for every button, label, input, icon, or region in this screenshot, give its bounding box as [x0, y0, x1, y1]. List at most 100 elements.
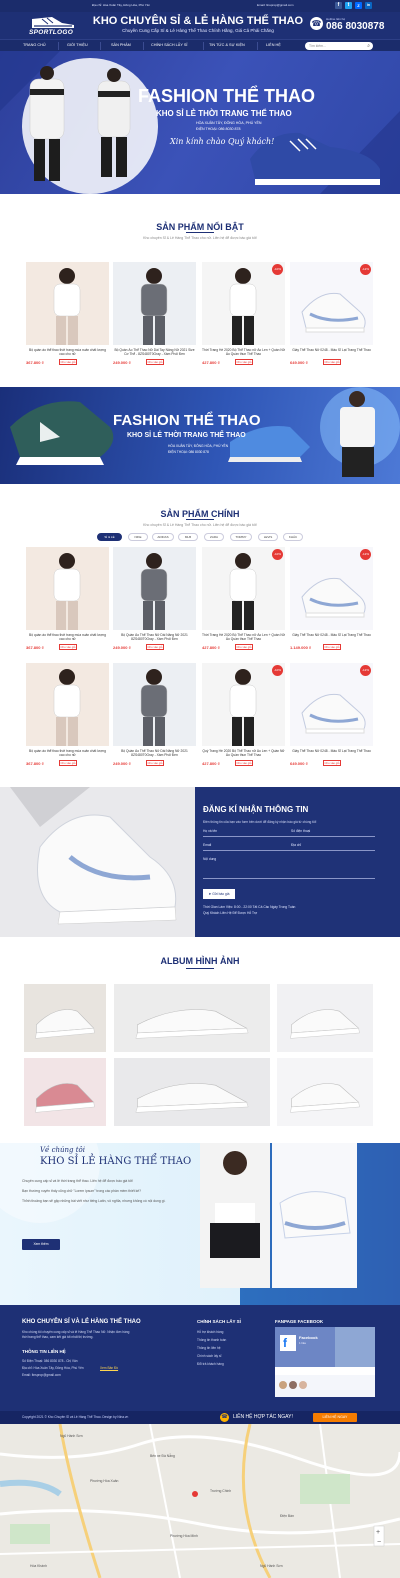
add-to-cart-button[interactable]: Cho vào giỏ: [235, 760, 253, 766]
product-image[interactable]: -12%: [290, 262, 373, 345]
nav-about[interactable]: GIỚI THIỆU: [67, 43, 88, 47]
product-card[interactable]: -10% Thời Trang Hè 2020 Bộ Thể Thao nữ Áo…: [202, 262, 285, 366]
product-name[interactable]: Quý Trang Hè 2020 Bộ Thể Thao nữ Áo Len …: [202, 749, 285, 758]
product-name[interactable]: Giày Thể Thao Nữ 0248 - Màu Sĩ Lạt Trang…: [290, 348, 373, 357]
add-to-cart-button[interactable]: Cho vào giỏ: [323, 760, 341, 766]
product-image[interactable]: [26, 547, 109, 630]
product-card[interactable]: Bộ Quần Áo Thể Thao Nữ Dài Nâng Nữ 2021 …: [113, 663, 196, 767]
category-tab[interactable]: ZARA: [204, 533, 224, 541]
read-more-button[interactable]: Xem thêm: [22, 1239, 60, 1250]
footer-email[interactable]: Email: ltnsprop@gmail.com: [22, 1373, 61, 1377]
nav-home[interactable]: TRANG CHỦ: [23, 43, 46, 47]
product-card[interactable]: Bộ Quần Áo Thể Thao Nữ Dài Tay Nâng Nữ 2…: [113, 262, 196, 366]
add-to-cart-button[interactable]: Cho vào giỏ: [235, 359, 253, 365]
product-name[interactable]: Giày Thể Thao Nữ 0248 - Màu Sĩ Lạt Trang…: [290, 749, 373, 758]
footer-policy-link[interactable]: Hỗ trợ khách hàng: [197, 1330, 223, 1334]
footer-map-link[interactable]: Xem Bản Đồ: [100, 1366, 118, 1370]
product-name[interactable]: Bộ quần áo thể thao thời trang mùa xuân …: [26, 633, 109, 642]
facebook-widget[interactable]: f Facebook 1 like: [275, 1327, 375, 1397]
add-to-cart-button[interactable]: Cho vào giỏ: [323, 359, 341, 365]
address-field[interactable]: Địa chỉ: [289, 843, 375, 851]
zalo-icon[interactable]: Z: [355, 2, 362, 9]
email-field[interactable]: Email: [203, 843, 289, 851]
product-card[interactable]: -10% Quý Trang Hè 2020 Bộ Thể Thao nữ Áo …: [202, 663, 285, 767]
category-tab[interactable]: SỈ & LẺ: [97, 533, 122, 541]
site-logo[interactable]: SPORTLOGO: [22, 13, 84, 38]
product-name[interactable]: Giày Thể Thao Nữ 0248 - Màu Sĩ Lạt Trang…: [290, 633, 373, 642]
category-tab[interactable]: KHÁC: [283, 533, 303, 541]
category-tab[interactable]: LEVIS: [258, 533, 278, 541]
product-name[interactable]: Bộ Quần Áo Thể Thao Nữ Dài Nâng Nữ 2021 …: [113, 633, 196, 642]
content-field[interactable]: Nội dung: [203, 857, 375, 879]
product-card[interactable]: -12% Giày Thể Thao Nữ 0248 - Màu Sĩ Lạt T…: [290, 262, 373, 366]
product-image[interactable]: -12%: [290, 547, 373, 630]
product-card[interactable]: Bộ quần áo thể thao thời trang mùa xuân …: [26, 547, 109, 651]
contact-now-button[interactable]: LIÊN HỆ NGAY: [313, 1413, 357, 1422]
product-image[interactable]: [113, 262, 196, 345]
nav-products[interactable]: SẢN PHẨM: [111, 43, 131, 47]
name-field[interactable]: Họ và tên: [203, 829, 289, 837]
search-input[interactable]: Tìm kiếm... ⌕: [305, 42, 373, 50]
product-name[interactable]: Bộ Quần Áo Thể Thao Nữ Dài Nâng Nữ 2021 …: [113, 749, 196, 758]
product-card[interactable]: -12% Giày Thể Thao Nữ 0248 - Màu Sĩ Lạt T…: [290, 547, 373, 651]
album-photo[interactable]: [277, 984, 373, 1052]
product-image[interactable]: [26, 262, 109, 345]
add-to-cart-button[interactable]: Cho vào giỏ: [146, 359, 164, 365]
product-image[interactable]: -10%: [202, 262, 285, 345]
album-photo[interactable]: [114, 1058, 270, 1126]
add-to-cart-button[interactable]: Cho vào giỏ: [235, 644, 253, 650]
footer-policy-link[interactable]: Chính sách lấy sỉ: [197, 1354, 221, 1358]
album-photo[interactable]: [24, 984, 106, 1052]
add-to-cart-button[interactable]: Cho vào giỏ: [59, 359, 77, 365]
hero-banner[interactable]: FASHION THỂ THAO KHO SỈ LẺ THỜI TRANG TH…: [0, 51, 400, 194]
product-image[interactable]: [113, 663, 196, 746]
twitter-icon[interactable]: t: [345, 2, 352, 9]
category-tab[interactable]: ADIDAS: [152, 533, 174, 541]
facebook-icon[interactable]: f: [335, 2, 342, 9]
album-photo[interactable]: [114, 984, 270, 1052]
product-card[interactable]: -12% Giày Thể Thao Nữ 0248 - Màu Sĩ Lạt T…: [290, 663, 373, 767]
product-image[interactable]: [26, 663, 109, 746]
product-image[interactable]: -12%: [290, 663, 373, 746]
promo-banner[interactable]: FASHION THỂ THAO KHO SỈ LẺ THỜI TRANG TH…: [0, 387, 400, 484]
nav-news[interactable]: TIN TỨC & SỰ KIỆN: [209, 43, 245, 47]
product-name[interactable]: Bộ Quần Áo Thể Thao Nữ Dài Tay Nâng Nữ 2…: [113, 348, 196, 357]
product-image[interactable]: [113, 547, 196, 630]
product-card[interactable]: Bộ Quần Áo Thể Thao Nữ Dài Nâng Nữ 2021 …: [113, 547, 196, 651]
footer-policy-link[interactable]: Đổi trả khách hàng: [197, 1362, 224, 1366]
category-tab[interactable]: MLB: [178, 533, 198, 541]
send-quote-button[interactable]: ➤ Gửi báo giá: [203, 889, 235, 899]
add-to-cart-button[interactable]: Cho vào giỏ: [59, 644, 77, 650]
product-card[interactable]: Bộ quần áo thể thao thời trang mùa xuân …: [26, 663, 109, 767]
location-map[interactable]: + − Ngũ Hành Sơn Bến xe Đà Nẵng Phường Hòa…: [0, 1424, 400, 1578]
promo-phone: ĐIỆN THOẠI: 086 8030 878: [168, 450, 209, 454]
add-to-cart-button[interactable]: Cho vào giỏ: [146, 644, 164, 650]
about-background-art: [0, 1143, 357, 1288]
product-image[interactable]: -10%: [202, 547, 285, 630]
add-to-cart-button[interactable]: Cho vào giỏ: [146, 760, 164, 766]
product-card[interactable]: Bộ quần áo thể thao thời trang mùa xuân …: [26, 262, 109, 366]
nav-wholesale-policy[interactable]: CHÍNH SÁCH LẤY SỈ: [151, 43, 187, 47]
nav-contact[interactable]: LIÊN HỆ: [266, 43, 281, 47]
product-name[interactable]: Bộ quần áo thể thao thời trang mùa xuân …: [26, 348, 109, 357]
add-to-cart-button[interactable]: Cho vào giỏ: [59, 760, 77, 766]
footer-policy-link[interactable]: Thông tin liên hệ: [197, 1346, 221, 1350]
phone-field[interactable]: Số điện thoại: [289, 829, 375, 837]
add-to-cart-button[interactable]: Cho vào giỏ: [323, 644, 341, 650]
product-name[interactable]: Thời Trang Hè 2020 Bộ Thể Thao nữ Áo Len…: [202, 348, 285, 357]
product-name[interactable]: Thời Trang Hè 2020 Bộ Thể Thao nữ Áo Len…: [202, 633, 285, 642]
album-photo[interactable]: [24, 1058, 106, 1126]
category-tab[interactable]: NIKE: [128, 533, 148, 541]
category-tab[interactable]: TOMMY: [230, 533, 252, 541]
phone-icon: ☎: [220, 1413, 229, 1422]
topbar-email[interactable]: Email: ltnsprop@gmail.com: [257, 3, 294, 7]
hotline-number[interactable]: 086 8030878: [326, 21, 384, 32]
footer-policy-link[interactable]: Thông tin thanh toán: [197, 1338, 226, 1342]
search-icon[interactable]: ⌕: [367, 43, 370, 49]
footer-company-desc-2: thời trang thể thao, cam kết giá tốt nhấ…: [22, 1335, 94, 1339]
linkedin-icon[interactable]: in: [365, 2, 372, 9]
product-name[interactable]: Bộ quần áo thể thao thời trang mùa xuân …: [26, 749, 109, 758]
album-photo[interactable]: [277, 1058, 373, 1126]
product-card[interactable]: -10% Thời Trang Hè 2020 Bộ Thể Thao nữ Áo…: [202, 547, 285, 651]
product-image[interactable]: -10%: [202, 663, 285, 746]
